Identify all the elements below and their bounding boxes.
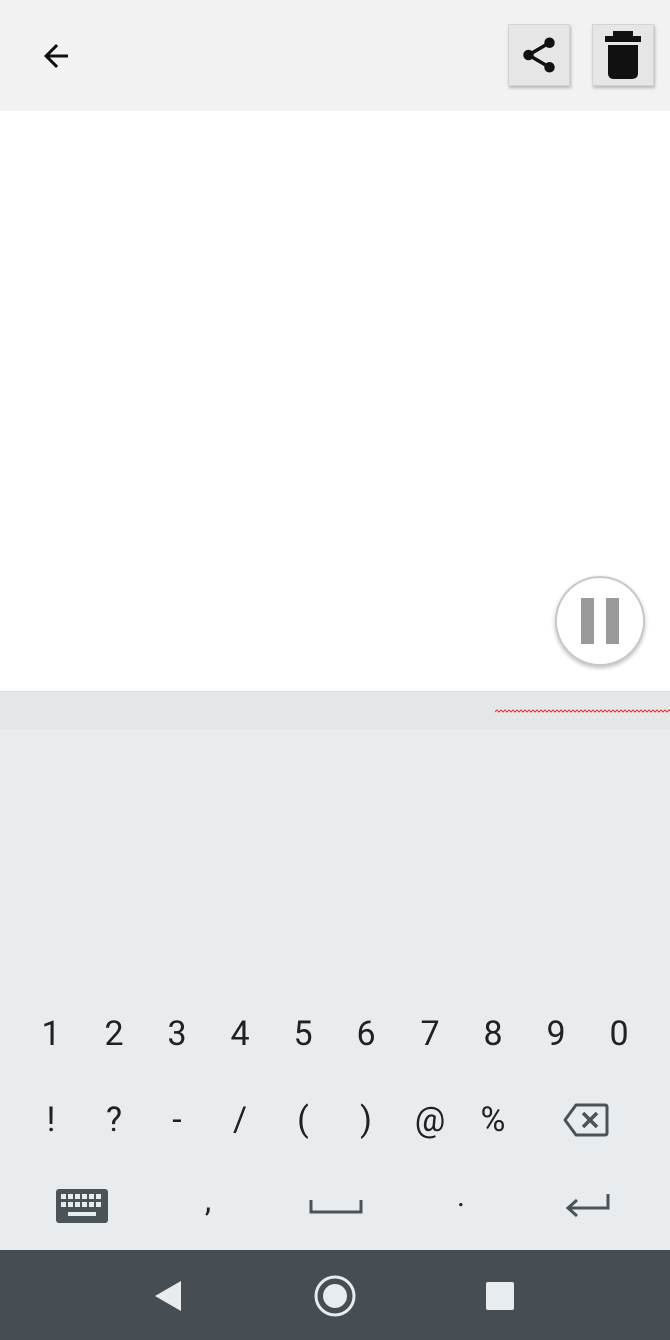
nav-back-button[interactable] bbox=[140, 1268, 196, 1324]
key-7[interactable]: 7 bbox=[400, 999, 460, 1069]
enter-key[interactable] bbox=[556, 1171, 620, 1241]
key-1[interactable]: 1 bbox=[21, 999, 81, 1069]
key-9[interactable]: 9 bbox=[526, 999, 586, 1069]
share-button[interactable] bbox=[508, 24, 570, 86]
key-close-paren[interactable]: ) bbox=[336, 1085, 396, 1155]
key-6[interactable]: 6 bbox=[336, 999, 396, 1069]
share-icon bbox=[523, 37, 555, 73]
keyboard-icon bbox=[56, 1189, 108, 1223]
key-2[interactable]: 2 bbox=[84, 999, 144, 1069]
nav-home-button[interactable] bbox=[307, 1268, 363, 1324]
backspace-key[interactable] bbox=[556, 1085, 616, 1155]
nav-recents-button[interactable] bbox=[472, 1268, 528, 1324]
nav-recents-icon bbox=[486, 1282, 514, 1310]
enter-icon bbox=[565, 1194, 610, 1218]
back-button[interactable] bbox=[24, 24, 88, 88]
nav-back-icon bbox=[155, 1281, 181, 1311]
pause-button[interactable] bbox=[555, 576, 645, 666]
key-comma[interactable]: , bbox=[178, 1165, 238, 1235]
key-0[interactable]: 0 bbox=[589, 999, 649, 1069]
key-at[interactable]: @ bbox=[400, 1085, 460, 1155]
key-hyphen[interactable]: - bbox=[147, 1085, 207, 1155]
key-4[interactable]: 4 bbox=[210, 999, 270, 1069]
key-period[interactable]: . bbox=[431, 1161, 491, 1231]
space-key[interactable] bbox=[300, 1171, 372, 1241]
key-question[interactable]: ? bbox=[84, 1085, 144, 1155]
keyboard: 1 2 3 4 5 6 7 8 9 0 ! ? - / ( ) @ % , . bbox=[0, 729, 670, 1250]
key-3[interactable]: 3 bbox=[147, 999, 207, 1069]
system-nav-bar bbox=[0, 1250, 670, 1340]
key-exclamation[interactable]: ! bbox=[21, 1085, 81, 1155]
delete-button[interactable] bbox=[592, 24, 654, 86]
key-slash[interactable]: / bbox=[210, 1085, 270, 1155]
key-open-paren[interactable]: ( bbox=[273, 1085, 333, 1155]
keyboard-switch-key[interactable] bbox=[51, 1171, 113, 1241]
pause-icon bbox=[581, 598, 619, 644]
nav-home-icon bbox=[314, 1275, 356, 1317]
arrow-back-icon bbox=[44, 44, 68, 68]
spellcheck-underline bbox=[495, 709, 670, 713]
space-icon bbox=[309, 1200, 363, 1214]
app-bar bbox=[0, 0, 670, 111]
key-5[interactable]: 5 bbox=[273, 999, 333, 1069]
trash-icon bbox=[605, 31, 641, 79]
key-8[interactable]: 8 bbox=[463, 999, 523, 1069]
input-strip[interactable] bbox=[0, 691, 670, 730]
key-percent[interactable]: % bbox=[463, 1085, 523, 1155]
backspace-icon bbox=[563, 1103, 609, 1137]
